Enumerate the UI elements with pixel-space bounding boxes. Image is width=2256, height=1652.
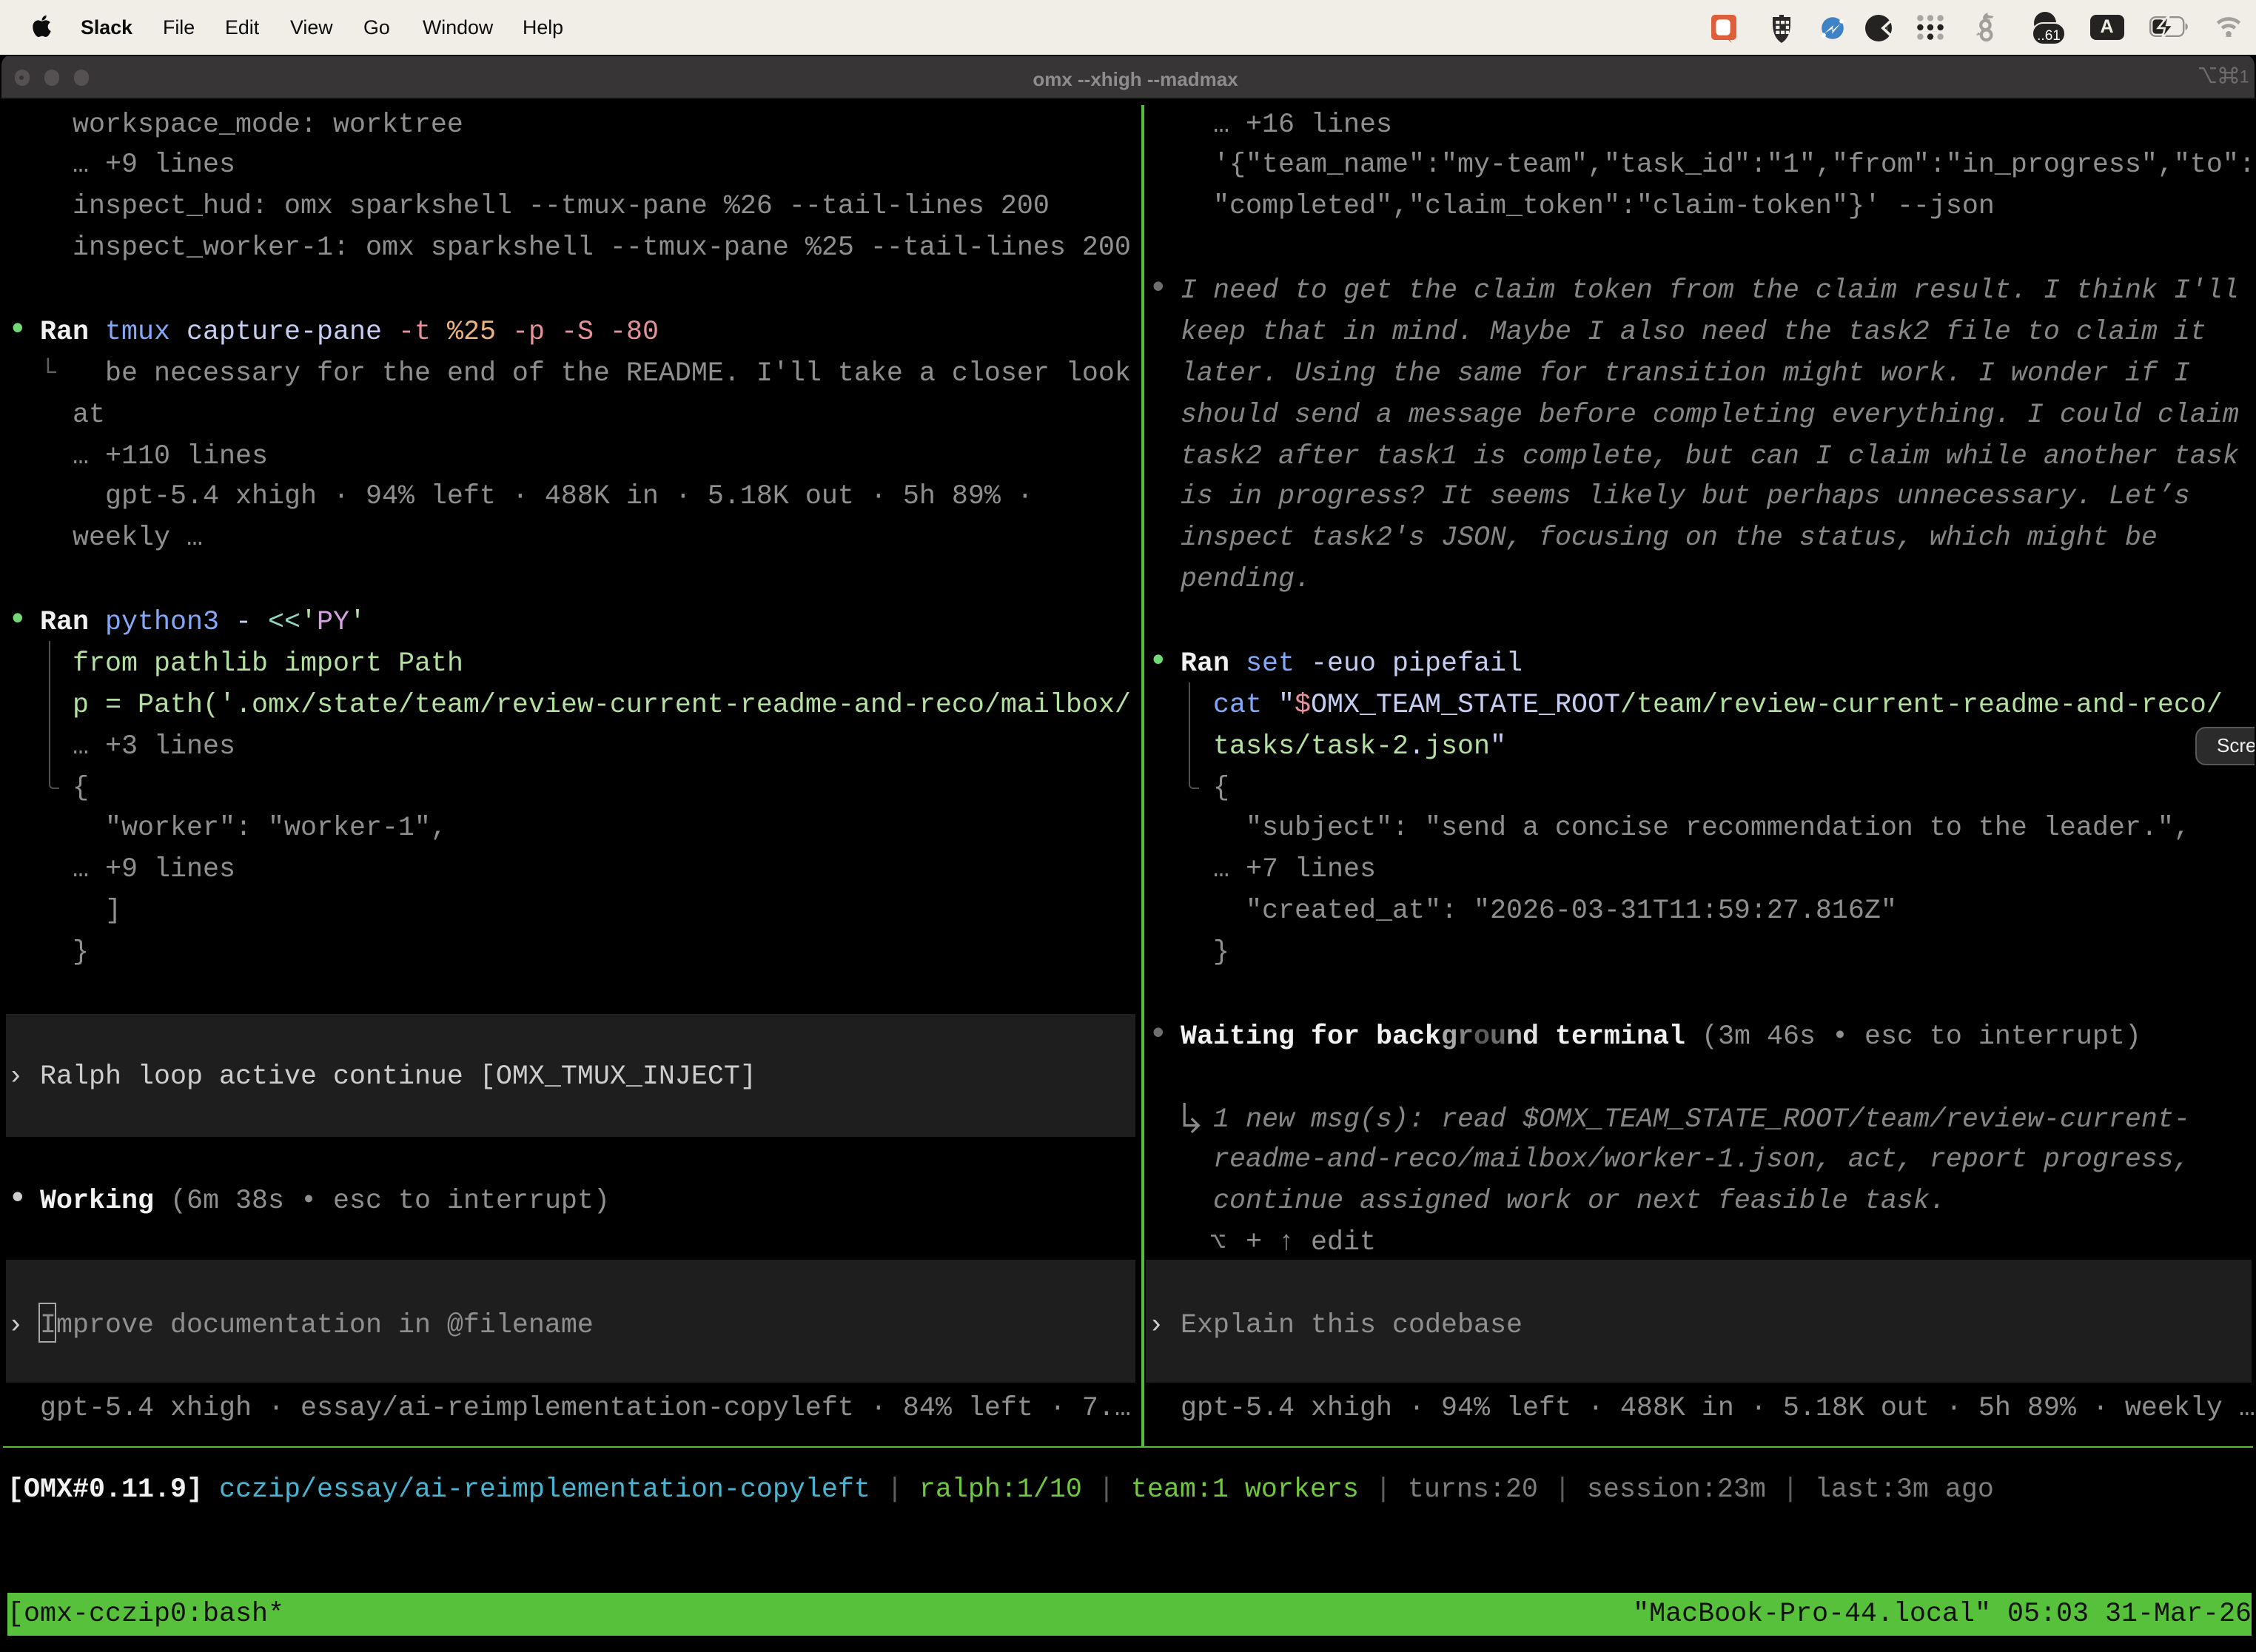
svg-text:..61: ..61	[2037, 28, 2061, 44]
svg-text:1: 1	[2239, 68, 2249, 87]
